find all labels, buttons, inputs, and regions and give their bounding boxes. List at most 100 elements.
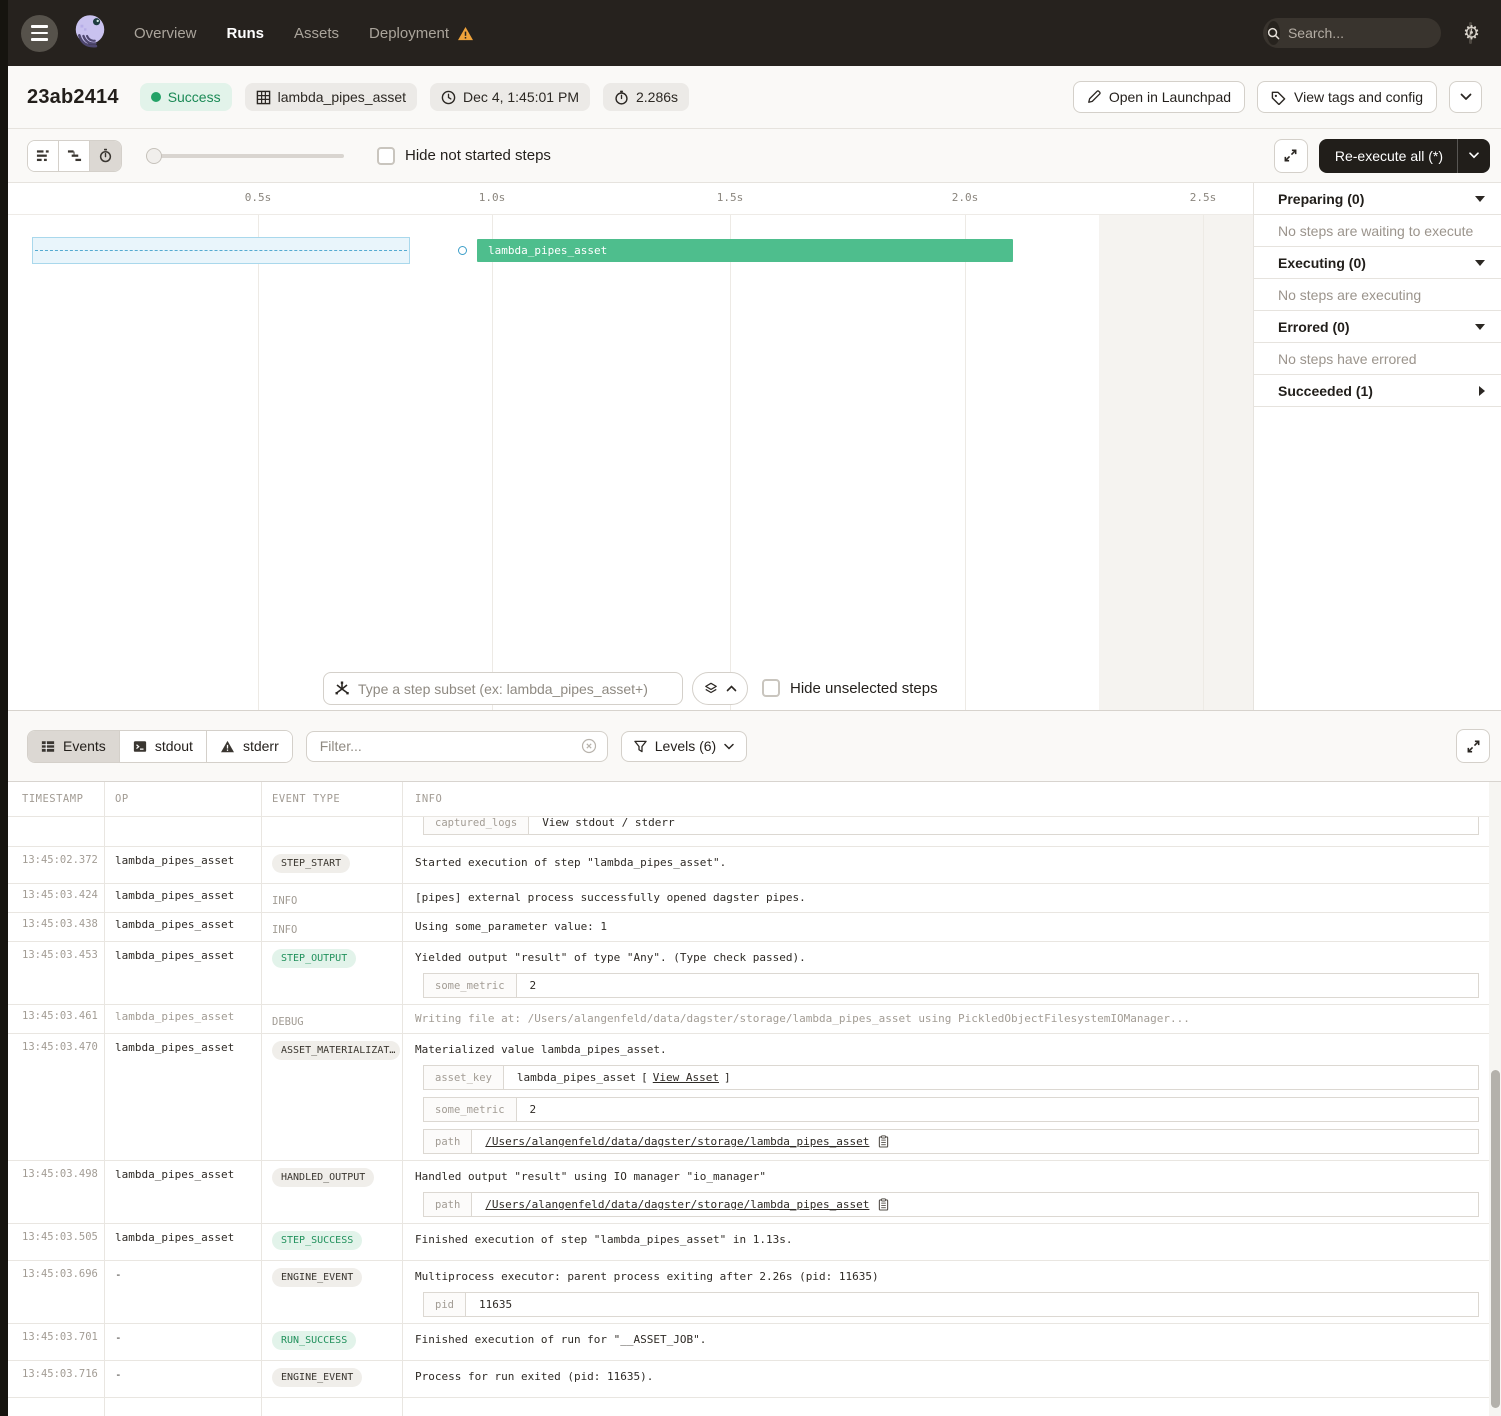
- events-fullscreen-button[interactable]: [1456, 729, 1490, 763]
- axis-tick-label: 1.5s: [717, 191, 744, 204]
- hide-unselected-toggle[interactable]: Hide unselected steps: [762, 679, 938, 697]
- event-type-badge: STEP_SUCCESS: [272, 1231, 362, 1250]
- event-row[interactable]: 13:45:03.424lambda_pipes_assetINFO[pipes…: [8, 884, 1489, 913]
- step-subset-field[interactable]: [323, 672, 683, 705]
- dagster-logo-icon[interactable]: [70, 11, 110, 55]
- flat-view-button[interactable]: [28, 141, 59, 171]
- run-tag-pill[interactable]: lambda_pipes_asset: [245, 83, 417, 111]
- graph-options-button[interactable]: [692, 672, 748, 705]
- axis-tick-label: 2.5s: [1190, 191, 1217, 204]
- waterfall-view-button[interactable]: [59, 141, 90, 171]
- clipboard-icon[interactable]: [878, 1135, 889, 1148]
- event-type-cell: ENGINE_EVENT: [262, 1261, 403, 1323]
- caret-down-icon: [1475, 260, 1485, 266]
- log-filter-field[interactable]: [306, 731, 608, 762]
- gantt-dependency-marker: [458, 246, 467, 255]
- event-row[interactable]: [8, 1398, 1489, 1416]
- event-row[interactable]: 13:45:03.716-ENGINE_EVENTProcess for run…: [8, 1361, 1489, 1398]
- hide-unselected-checkbox[interactable]: [762, 679, 780, 697]
- event-timestamp: 13:45:03.461: [8, 1005, 105, 1033]
- clear-filter-icon[interactable]: [581, 738, 597, 754]
- nav-item-runs[interactable]: Runs: [227, 25, 265, 42]
- zoom-slider-knob[interactable]: [146, 148, 162, 164]
- event-type-badge: ASSET_MATERIALIZAT…: [272, 1041, 400, 1060]
- zoom-slider-track[interactable]: [146, 154, 344, 158]
- event-timestamp: 13:45:03.701: [8, 1324, 105, 1360]
- view-asset-link[interactable]: View Asset: [653, 1071, 719, 1084]
- axis-gridline: [492, 215, 493, 710]
- events-table-body: captured_logsView stdout / stderr13:45:0…: [8, 817, 1489, 1416]
- settings-gear-icon[interactable]: ⚙: [1463, 24, 1480, 43]
- tab-stderr[interactable]: stderr: [207, 731, 292, 762]
- run-tag-pill[interactable]: 2.286s: [603, 83, 689, 111]
- gantt-time-axis: 0.5s1.0s1.5s2.0s2.5s: [8, 183, 1253, 215]
- events-scrollbar[interactable]: [1489, 781, 1501, 1416]
- event-row[interactable]: 13:45:03.453lambda_pipes_assetSTEP_OUTPU…: [8, 942, 1489, 1005]
- event-row[interactable]: 13:45:02.372lambda_pipes_assetSTEP_START…: [8, 847, 1489, 884]
- nav-item-assets[interactable]: Assets: [294, 25, 339, 42]
- log-filter-input[interactable]: [320, 738, 581, 754]
- event-row[interactable]: 13:45:03.498lambda_pipes_assetHANDLED_OU…: [8, 1161, 1489, 1224]
- metadata-path-link[interactable]: /Users/alangenfeld/data/dagster/storage/…: [485, 1135, 869, 1148]
- nav-item-overview[interactable]: Overview: [134, 25, 197, 42]
- gantt-step-bar[interactable]: lambda_pipes_asset: [477, 239, 1013, 262]
- reexecute-all-button[interactable]: Re-execute all (*): [1319, 139, 1490, 173]
- run-tag-label: Dec 4, 1:45:01 PM: [463, 89, 579, 105]
- step-section-header[interactable]: Executing (0): [1254, 247, 1501, 279]
- run-tag-pill[interactable]: Dec 4, 1:45:01 PM: [430, 83, 590, 111]
- open-in-launchpad-button[interactable]: Open in Launchpad: [1073, 81, 1245, 113]
- event-info: captured_logsView stdout / stderr: [403, 817, 1489, 846]
- search-input[interactable]: [1288, 25, 1469, 41]
- clipboard-icon[interactable]: [878, 1198, 889, 1211]
- tab-stdout[interactable]: stdout: [120, 731, 207, 762]
- success-dot-icon: [151, 92, 161, 102]
- event-type-cell: ASSET_MATERIALIZAT…: [262, 1034, 403, 1160]
- metadata-path-link[interactable]: /Users/alangenfeld/data/dagster/storage/…: [485, 1198, 869, 1211]
- caret-right-icon: [1479, 386, 1485, 396]
- global-search[interactable]: /: [1263, 18, 1441, 48]
- events-tabs: Eventsstdoutstderr: [27, 730, 293, 763]
- timed-view-button[interactable]: [90, 141, 121, 171]
- event-op: -: [105, 1261, 262, 1323]
- event-info: Writing file at: /Users/alangenfeld/data…: [403, 1005, 1489, 1033]
- run-header-more-button[interactable]: [1449, 81, 1482, 113]
- event-row[interactable]: 13:45:03.470lambda_pipes_assetASSET_MATE…: [8, 1034, 1489, 1161]
- step-subset-input[interactable]: [358, 681, 672, 697]
- zoom-slider[interactable]: [146, 148, 344, 164]
- hamburger-menu-icon[interactable]: [21, 15, 58, 52]
- reexecute-options-caret[interactable]: [1458, 152, 1490, 159]
- event-info: Process for run exited (pid: 11635).: [403, 1361, 1489, 1397]
- chevron-down-icon: [1460, 93, 1472, 101]
- event-type-badge: RUN_SUCCESS: [272, 1331, 356, 1350]
- event-row[interactable]: captured_logsView stdout / stderr: [8, 817, 1489, 847]
- expand-icon: [1283, 148, 1298, 163]
- step-section-header[interactable]: Preparing (0): [1254, 183, 1501, 215]
- metadata-value: 2: [517, 1098, 550, 1121]
- levels-dropdown[interactable]: Levels (6): [621, 731, 747, 762]
- event-timestamp: [8, 1398, 105, 1416]
- event-row[interactable]: 13:45:03.696-ENGINE_EVENTMultiprocess ex…: [8, 1261, 1489, 1324]
- event-op: lambda_pipes_asset: [105, 1034, 262, 1160]
- funnel-icon: [634, 740, 647, 753]
- table-icon: [41, 740, 55, 753]
- step-section-header[interactable]: Succeeded (1): [1254, 375, 1501, 407]
- status-badge: Success: [140, 83, 232, 111]
- hide-not-started-toggle[interactable]: Hide not started steps: [377, 147, 551, 165]
- step-section-header[interactable]: Errored (0): [1254, 311, 1501, 343]
- hide-not-started-checkbox[interactable]: [377, 147, 395, 165]
- nav-item-label: Assets: [294, 25, 339, 42]
- nav-item-deployment[interactable]: Deployment: [369, 25, 474, 42]
- events-scrollbar-thumb[interactable]: [1491, 1070, 1500, 1408]
- event-row[interactable]: 13:45:03.505lambda_pipes_assetSTEP_SUCCE…: [8, 1224, 1489, 1261]
- event-row[interactable]: 13:45:03.438lambda_pipes_assetINFOUsing …: [8, 913, 1489, 942]
- tab-Events[interactable]: Events: [28, 731, 120, 762]
- event-row[interactable]: 13:45:03.461lambda_pipes_assetDEBUGWriti…: [8, 1005, 1489, 1034]
- event-message: Multiprocess executor: parent process ex…: [415, 1268, 1479, 1283]
- metadata-key: path: [424, 1130, 472, 1153]
- nav-item-label: Overview: [134, 25, 197, 42]
- gantt-fullscreen-button[interactable]: [1274, 139, 1308, 173]
- event-info: Handled output "result" using IO manager…: [403, 1161, 1489, 1223]
- events-panel: Eventsstdoutstderr Levels (6) TIMESTAMPO…: [8, 710, 1501, 1416]
- event-row[interactable]: 13:45:03.701-RUN_SUCCESSFinished executi…: [8, 1324, 1489, 1361]
- view-tags-config-button[interactable]: View tags and config: [1257, 81, 1437, 113]
